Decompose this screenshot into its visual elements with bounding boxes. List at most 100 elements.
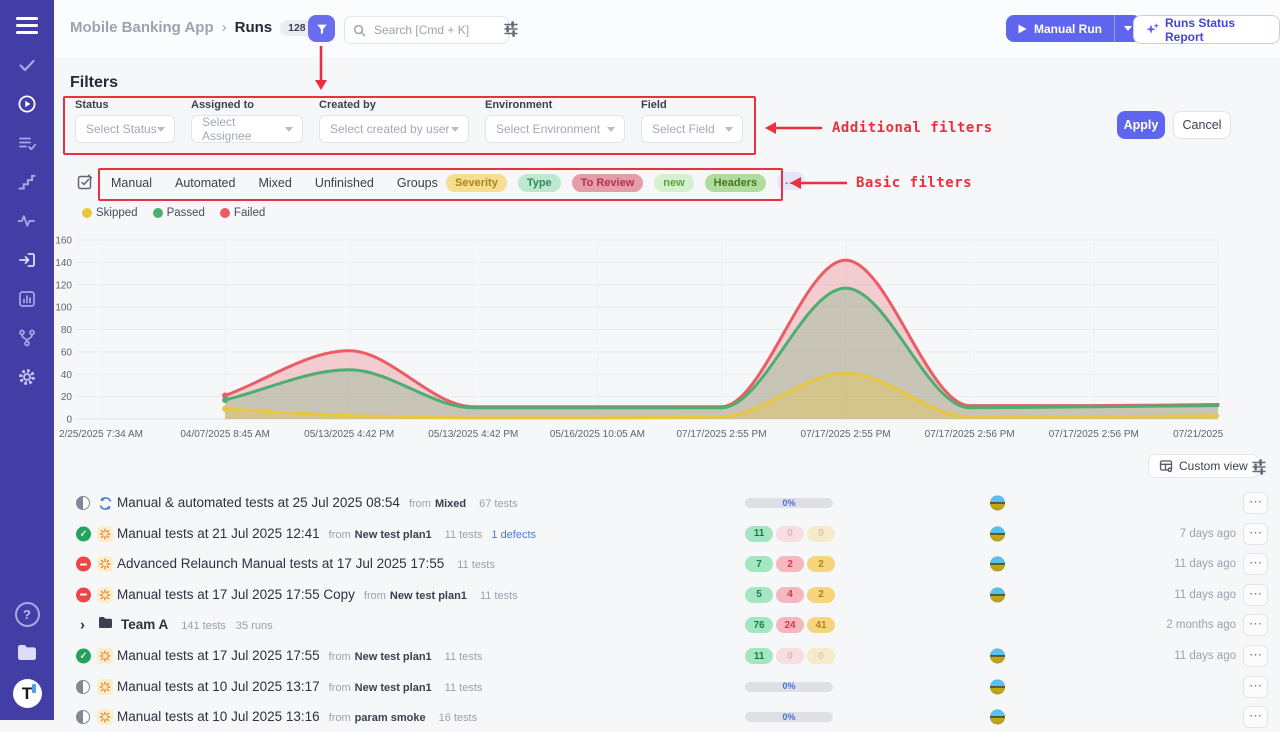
run-name[interactable]: Manual & automated tests at 25 Jul 2025 … xyxy=(117,495,400,510)
steps-icon[interactable] xyxy=(17,172,37,192)
manual-run-button[interactable]: Manual Run xyxy=(1006,15,1141,42)
filter-select[interactable]: Select created by user xyxy=(319,115,469,143)
runs-status-report-button[interactable]: Runs Status Report xyxy=(1133,15,1280,44)
run-row[interactable]: ✓Manual tests at 21 Jul 2025 12:41fromNe… xyxy=(0,519,1280,549)
run-row[interactable]: Manual tests at 10 Jul 2025 13:17fromNew… xyxy=(0,672,1280,702)
cancel-button[interactable]: Cancel xyxy=(1173,111,1231,139)
run-row[interactable]: Manual tests at 17 Jul 2025 17:55 Copyfr… xyxy=(0,580,1280,610)
filter-field-assigned-to: Assigned toSelect Assignee xyxy=(191,99,303,143)
row-menu-button[interactable]: ⋯ xyxy=(1243,492,1268,514)
help-icon[interactable]: ? xyxy=(15,602,40,627)
check-icon[interactable] xyxy=(17,55,37,75)
run-name[interactable]: Manual tests at 17 Jul 2025 17:55 Copy xyxy=(117,587,355,602)
compose-check-icon[interactable] xyxy=(76,173,94,196)
tab-manual[interactable]: Manual xyxy=(111,176,152,190)
run-name[interactable]: Advanced Relaunch Manual tests at 17 Jul… xyxy=(117,556,444,571)
row-menu-button[interactable]: ⋯ xyxy=(1243,553,1268,575)
from-label: from xyxy=(329,651,351,663)
legend-item-failed[interactable]: Failed xyxy=(220,207,265,219)
expand-chevron-icon[interactable]: › xyxy=(80,617,85,634)
row-menu-button[interactable]: ⋯ xyxy=(1243,523,1268,545)
projects-folder-icon[interactable] xyxy=(15,641,39,665)
tag-pill-type[interactable]: Type xyxy=(518,174,561,192)
run-name[interactable]: Manual tests at 10 Jul 2025 13:17 xyxy=(117,679,320,694)
list-check-icon[interactable] xyxy=(17,133,37,153)
filter-select[interactable]: Select Assignee xyxy=(191,115,303,143)
runs-status-report-label: Runs Status Report xyxy=(1165,16,1268,44)
run-row[interactable]: Manual tests at 10 Jul 2025 13:16frompar… xyxy=(0,702,1280,732)
sync-run-icon xyxy=(97,495,113,511)
row-menu-button[interactable]: ⋯ xyxy=(1243,645,1268,667)
tag-pill-new[interactable]: new xyxy=(654,174,693,192)
legend-item-passed[interactable]: Passed xyxy=(153,207,205,219)
run-row[interactable]: ✓Manual tests at 17 Jul 2025 17:55fromNe… xyxy=(0,641,1280,671)
search-box xyxy=(344,16,509,44)
filter-button[interactable] xyxy=(308,15,335,42)
plan-name[interactable]: New test plan1 xyxy=(390,590,467,602)
chevron-down-icon xyxy=(1124,26,1132,31)
svg-text:07/17/2025 2:55 PM: 07/17/2025 2:55 PM xyxy=(676,429,766,440)
tests-count: 11 tests xyxy=(445,682,483,694)
apply-button[interactable]: Apply xyxy=(1117,111,1165,139)
view-settings-icon[interactable] xyxy=(1251,459,1267,480)
search-icon xyxy=(353,24,366,37)
tab-groups[interactable]: Groups xyxy=(397,176,438,190)
play-circle-icon[interactable] xyxy=(17,94,37,114)
run-name[interactable]: Team A xyxy=(121,617,168,632)
svg-text:20: 20 xyxy=(61,392,73,403)
play-icon xyxy=(1018,24,1027,34)
filter-select[interactable]: Select Field xyxy=(641,115,743,143)
row-menu-button[interactable]: ⋯ xyxy=(1243,676,1268,698)
more-tags-pill[interactable]: ... xyxy=(777,172,805,190)
filter-select[interactable]: Select Status xyxy=(75,115,175,143)
chevron-down-icon xyxy=(157,127,165,132)
bar-chart-icon[interactable] xyxy=(17,289,37,309)
legend-item-skipped[interactable]: Skipped xyxy=(82,207,138,219)
run-row[interactable]: Advanced Relaunch Manual tests at 17 Jul… xyxy=(0,549,1280,579)
run-name-line: Advanced Relaunch Manual tests at 17 Jul… xyxy=(117,555,495,573)
git-branch-icon[interactable] xyxy=(17,328,37,348)
result-badge-green: 76 xyxy=(745,617,773,633)
tab-automated[interactable]: Automated xyxy=(175,176,235,190)
filter-select[interactable]: Select Environment xyxy=(485,115,625,143)
row-menu-button[interactable]: ⋯ xyxy=(1243,614,1268,636)
run-row[interactable]: ›Team A141 tests35 runs7624412 months ag… xyxy=(0,610,1280,640)
defects-link[interactable]: 1 defects xyxy=(491,529,536,541)
plan-name[interactable]: New test plan1 xyxy=(355,529,432,541)
import-icon[interactable] xyxy=(17,250,37,270)
svg-text:100: 100 xyxy=(56,303,72,314)
tag-pill-headers[interactable]: Headers xyxy=(705,174,766,192)
row-menu-button[interactable]: ⋯ xyxy=(1243,706,1268,728)
funnel-icon xyxy=(315,22,329,36)
tab-mixed[interactable]: Mixed xyxy=(258,176,291,190)
row-menu-button[interactable]: ⋯ xyxy=(1243,584,1268,606)
tag-pill-to-review[interactable]: To Review xyxy=(572,174,644,192)
run-name-line: Manual tests at 17 Jul 2025 17:55 Copyfr… xyxy=(117,586,518,604)
plan-name[interactable]: New test plan1 xyxy=(355,682,432,694)
custom-view-button[interactable]: Custom view xyxy=(1148,454,1259,478)
plan-name[interactable]: param smoke xyxy=(355,712,426,724)
breadcrumb-project[interactable]: Mobile Banking App xyxy=(70,19,214,36)
progress-label: 0% xyxy=(782,713,795,722)
run-name[interactable]: Manual tests at 17 Jul 2025 17:55 xyxy=(117,648,320,663)
svg-text:0: 0 xyxy=(66,415,72,426)
svg-text:07/17/2025 2:56 PM: 07/17/2025 2:56 PM xyxy=(925,429,1015,440)
tag-pill-severity[interactable]: Severity xyxy=(446,174,507,192)
plan-name[interactable]: New test plan1 xyxy=(355,651,432,663)
runs-trend-chart: 0204060801001201401602/25/2025 7:34 AM04… xyxy=(56,234,1226,446)
run-row[interactable]: Manual & automated tests at 25 Jul 2025 … xyxy=(0,488,1280,518)
activity-icon[interactable] xyxy=(17,211,37,231)
search-input[interactable] xyxy=(372,22,486,38)
result-badges: 722 xyxy=(745,556,835,572)
plan-name[interactable]: Mixed xyxy=(435,498,466,510)
svg-text:07/17/2025 2:56 PM: 07/17/2025 2:56 PM xyxy=(1049,429,1139,440)
filters-title: Filters xyxy=(70,74,118,92)
hamburger-icon[interactable] xyxy=(16,17,38,34)
gear-icon[interactable] xyxy=(17,367,37,387)
app-logo[interactable]: T xyxy=(13,679,42,708)
search-settings-icon[interactable] xyxy=(503,21,519,42)
tab-unfinished[interactable]: Unfinished xyxy=(315,176,374,190)
result-badge-red: 0 xyxy=(776,526,804,542)
run-name[interactable]: Manual tests at 21 Jul 2025 12:41 xyxy=(117,526,320,541)
run-name[interactable]: Manual tests at 10 Jul 2025 13:16 xyxy=(117,709,320,724)
